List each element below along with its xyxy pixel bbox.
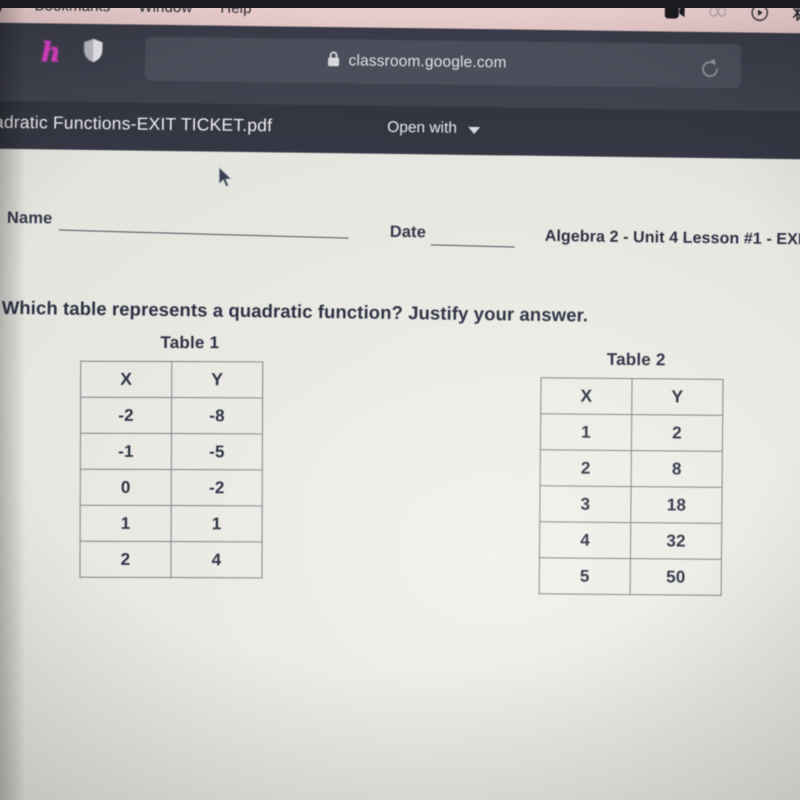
table-1-block: Table 1 X Y -2 -8 -1 -5 0 -2 1 1 2 4 — [79, 333, 263, 579]
table-row: 2 4 — [79, 541, 263, 578]
cell: -2 — [80, 397, 172, 434]
cell: 18 — [630, 486, 723, 524]
table-2-col-x: X — [540, 377, 633, 415]
open-with-button[interactable]: Open with — [387, 118, 481, 138]
table-row: -2 -8 — [80, 397, 263, 434]
date-label: Date — [389, 222, 427, 242]
cell: 4 — [170, 541, 263, 578]
document-header-row: Name Date Algebra 2 - Unit 4 Lesson #1 -… — [6, 207, 800, 251]
cell: 5 — [539, 557, 631, 595]
open-with-label: Open with — [387, 118, 458, 137]
extension-icons: h — [41, 37, 103, 68]
cell: 1 — [171, 505, 263, 542]
table-row: -1 -5 — [80, 433, 263, 470]
pdf-document-page: Name Date Algebra 2 - Unit 4 Lesson #1 -… — [0, 148, 800, 800]
cell: 32 — [630, 522, 722, 560]
table-row: 4 32 — [539, 521, 722, 560]
cell: 2 — [540, 449, 632, 487]
lock-icon — [327, 51, 340, 72]
table-1-col-x: X — [80, 361, 172, 398]
play-circle-icon[interactable] — [751, 3, 769, 26]
cell: 2 — [79, 541, 172, 578]
cell: 1 — [80, 505, 172, 542]
table-row: 5 50 — [539, 557, 722, 596]
pdf-file-name: Quadratic Functions-EXIT TICKET.pdf — [0, 111, 273, 136]
screen-photo: ry Bookmarks Window Help h classroom.goo… — [0, 0, 800, 800]
cell: -1 — [80, 433, 172, 470]
cell: 3 — [539, 485, 632, 523]
table-2-caption: Table 2 — [606, 349, 666, 370]
cell: -2 — [171, 469, 263, 506]
shield-extension-icon[interactable] — [83, 38, 103, 68]
table-row: 2 8 — [540, 449, 723, 488]
bluetooth-icon[interactable] — [791, 3, 800, 27]
address-bar-url: classroom.google.com — [348, 52, 507, 72]
menu-window[interactable]: Window — [138, 0, 192, 16]
tilted-screen-content: ry Bookmarks Window Help h classroom.goo… — [0, 0, 800, 800]
table-1: X Y -2 -8 -1 -5 0 -2 1 1 2 4 — [79, 361, 263, 579]
table-row: 1 1 — [80, 505, 263, 542]
date-blank-line — [430, 244, 515, 248]
loop-icon[interactable] — [707, 4, 729, 24]
cell: 2 — [631, 414, 723, 452]
worksheet-title: Algebra 2 - Unit 4 Lesson #1 - EXIT T — [544, 227, 800, 249]
table-1-col-y: Y — [171, 361, 263, 398]
cell: 1 — [540, 413, 632, 451]
table-row: X Y — [540, 377, 724, 416]
name-label: Name — [6, 208, 53, 228]
cell: -5 — [171, 433, 263, 470]
question-text: Which table represents a quadratic funct… — [1, 296, 589, 326]
menu-bookmarks[interactable]: Bookmarks — [34, 0, 110, 15]
name-blank-line — [58, 229, 349, 239]
table-row: X Y — [80, 361, 263, 398]
table-2-col-y: Y — [631, 378, 724, 416]
menu-help[interactable]: Help — [220, 0, 251, 17]
table-2-block: Table 2 X Y 1 2 2 8 3 18 4 32 5 50 — [539, 349, 724, 596]
browser-toolbar: h classroom.google.com — [0, 22, 800, 114]
chevron-down-icon — [467, 126, 481, 135]
cell: -8 — [171, 397, 263, 434]
zoom-video-icon[interactable] — [664, 3, 685, 23]
table-row: 1 2 — [540, 413, 723, 452]
cell: 0 — [80, 469, 172, 506]
menubar-tray — [664, 1, 800, 27]
table-row: 3 18 — [539, 485, 723, 524]
reload-icon[interactable] — [697, 56, 723, 82]
honey-extension-icon[interactable]: h — [41, 37, 61, 68]
cell: 8 — [631, 450, 723, 488]
table-2: X Y 1 2 2 8 3 18 4 32 5 50 — [539, 377, 724, 596]
menu-history-truncated[interactable]: ry — [0, 0, 5, 13]
cell: 4 — [539, 521, 631, 559]
table-1-caption: Table 1 — [160, 333, 220, 353]
address-bar[interactable]: classroom.google.com — [144, 36, 742, 89]
address-bar-content: classroom.google.com — [327, 51, 507, 74]
cell: 50 — [630, 558, 722, 596]
table-row: 0 -2 — [80, 469, 263, 506]
